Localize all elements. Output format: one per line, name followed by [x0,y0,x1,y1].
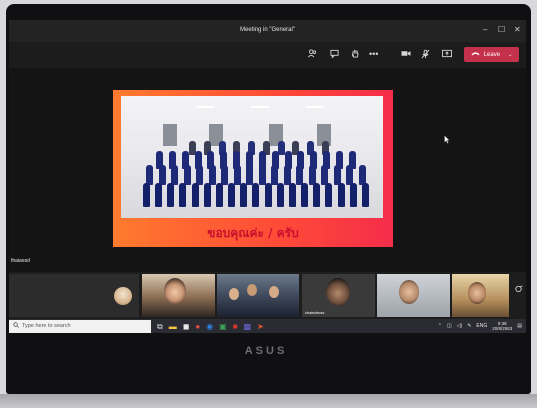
group-photo [121,96,383,218]
share-screen-icon[interactable] [442,49,452,60]
file-explorer-icon[interactable]: ▬ [169,322,177,331]
presenter-name: thaiaesd [11,258,30,264]
participants-icon[interactable] [308,49,317,60]
app-icon[interactable]: ▣ [219,322,227,331]
teams-title-bar: Meeting in "General" – ☐ ✕ [9,20,526,42]
chat-icon[interactable] [330,49,339,60]
gallery-camera-icon[interactable] [514,285,523,295]
leave-button[interactable]: Leave ⌄ [464,47,519,62]
taskbar-clock[interactable]: 9:38 20/8/2563 [492,321,512,331]
laptop-screen: Meeting in "General" – ☐ ✕ ••• Leave ⌄ ข… [9,20,526,333]
participant-name: chaiedruss [305,310,325,315]
pointer-app-icon[interactable]: ➤ [257,322,264,331]
close-icon[interactable]: ✕ [514,25,521,34]
windows-taskbar: Type here to search ⧉ ▬ ◼ ● ◉ ▣ ■ ▩ ➤ ⌃ … [9,319,526,333]
laptop-hinge [0,394,537,408]
camera-icon[interactable] [401,49,411,60]
slide-caption: ขอบคุณค่ะ / ครับ [207,226,299,240]
participant-gallery: chaiedruss [9,272,526,319]
powerpoint-icon[interactable]: ■ [233,322,238,331]
pen-icon[interactable]: ✎ [467,323,471,329]
search-icon [13,322,19,330]
minimize-icon[interactable]: – [483,25,487,34]
participant-tile[interactable] [377,274,450,317]
participant-tile[interactable]: chaiedruss [302,274,375,317]
participant-tile[interactable] [217,274,299,317]
maximize-icon[interactable]: ☐ [498,25,505,34]
raise-hand-icon[interactable] [351,49,360,60]
search-placeholder: Type here to search [22,323,71,329]
mic-muted-icon[interactable] [421,49,430,61]
chevron-up-icon[interactable]: ⌃ [438,323,442,329]
clock-date: 20/8/2563 [492,326,513,331]
avatar [114,287,132,305]
edge-icon[interactable]: ◉ [206,322,213,331]
system-tray: ⌃ ◫ ◁) ✎ ENG 9:38 20/8/2563 ▤ [438,319,522,333]
meeting-toolbar: ••• Leave ⌄ [9,42,526,68]
shared-content-stage: ขอบคุณค่ะ / ครับ [9,68,526,272]
laptop-brand-logo: ASUS [244,345,288,357]
chevron-down-icon[interactable]: ⌄ [508,52,512,58]
mouse-cursor-icon [444,131,450,149]
phone-hangup-icon [471,51,480,58]
window-title: Meeting in "General" [240,27,295,33]
shared-presentation-slide: ขอบคุณค่ะ / ครับ [113,90,393,247]
notifications-icon[interactable]: ▤ [517,323,522,329]
more-options-icon[interactable]: ••• [369,49,378,59]
leave-button-label: Leave [483,51,501,58]
teams-icon[interactable]: ▩ [244,322,252,331]
language-indicator[interactable]: ENG [476,323,487,329]
volume-icon[interactable]: ◁) [457,323,463,329]
chrome-icon[interactable]: ● [195,322,200,331]
participant-tile[interactable] [142,274,215,317]
participant-tile[interactable] [9,274,139,317]
participant-tile[interactable] [452,274,509,317]
taskbar-search-box[interactable]: Type here to search [9,319,151,333]
network-icon[interactable]: ◫ [447,323,452,329]
task-view-icon[interactable]: ⧉ [157,322,163,331]
store-icon[interactable]: ◼ [183,322,190,331]
group-of-people [141,141,371,216]
